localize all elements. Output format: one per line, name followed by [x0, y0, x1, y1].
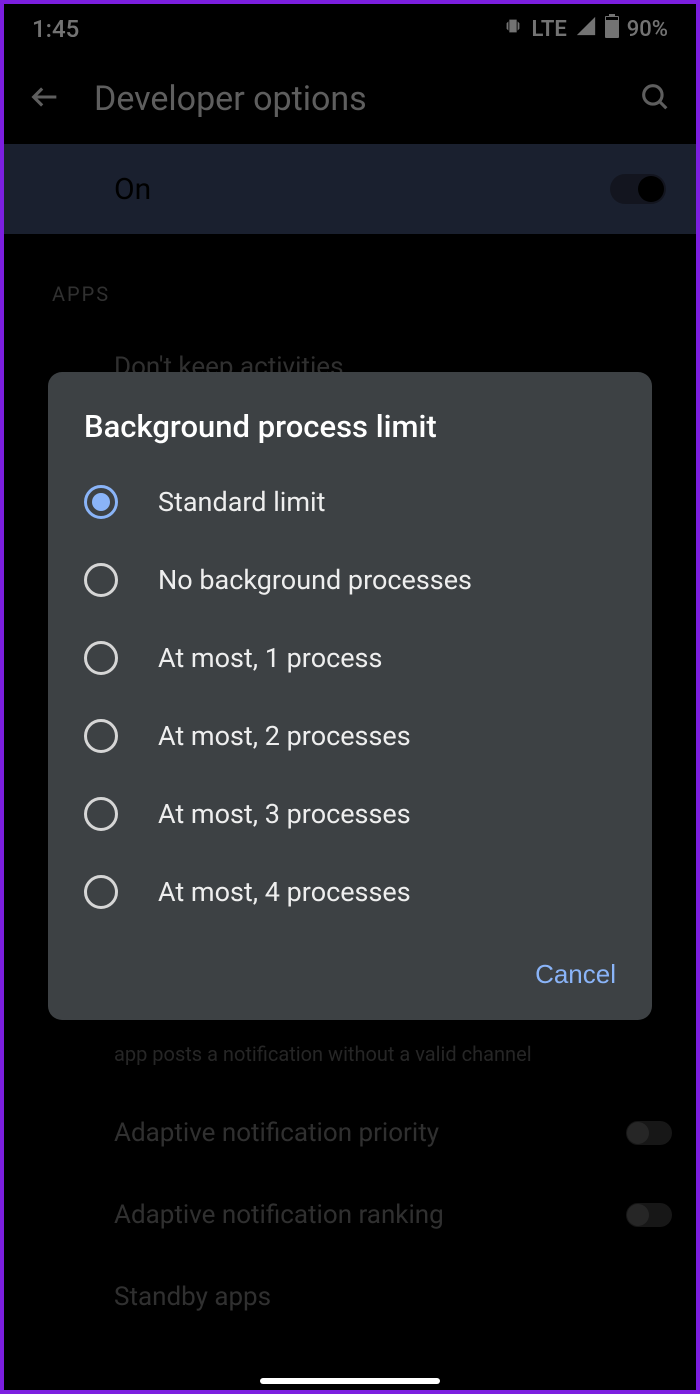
radio-label: At most, 3 processes	[158, 798, 411, 830]
cancel-button[interactable]: Cancel	[535, 959, 616, 990]
radio-label: At most, 1 process	[158, 642, 382, 674]
dialog-bg-process-limit: Background process limit Standard limit …	[48, 372, 652, 1020]
radio-option-1[interactable]: At most, 1 process	[48, 619, 652, 697]
radio-label: At most, 2 processes	[158, 720, 411, 752]
radio-option-2[interactable]: At most, 2 processes	[48, 697, 652, 775]
radio-option-none[interactable]: No background processes	[48, 541, 652, 619]
radio-icon	[84, 485, 118, 519]
radio-option-standard[interactable]: Standard limit	[48, 463, 652, 541]
radio-label: At most, 4 processes	[158, 876, 411, 908]
radio-icon	[84, 563, 118, 597]
nav-handle[interactable]	[260, 1378, 440, 1384]
dialog-overlay[interactable]: Background process limit Standard limit …	[4, 4, 696, 1390]
radio-icon	[84, 875, 118, 909]
radio-icon	[84, 719, 118, 753]
radio-option-3[interactable]: At most, 3 processes	[48, 775, 652, 853]
dialog-title: Background process limit	[48, 408, 652, 463]
radio-option-4[interactable]: At most, 4 processes	[48, 853, 652, 931]
radio-label: No background processes	[158, 564, 472, 596]
radio-icon	[84, 797, 118, 831]
radio-label: Standard limit	[158, 486, 325, 518]
radio-icon	[84, 641, 118, 675]
